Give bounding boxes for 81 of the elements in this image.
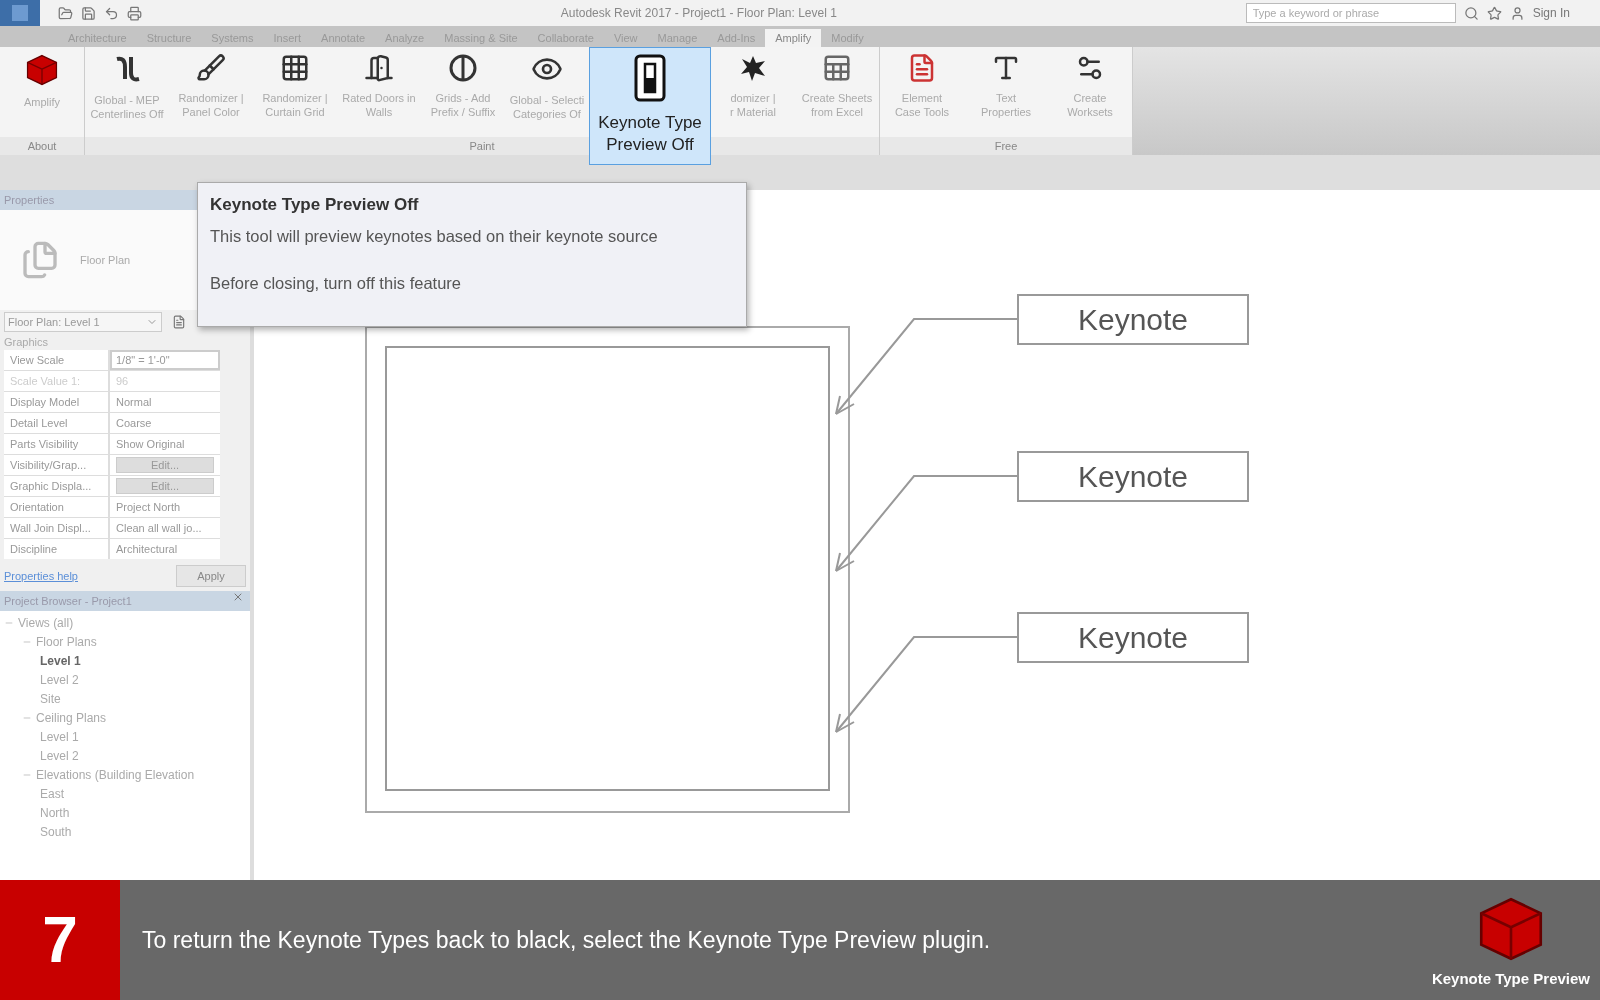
panel-title: Properties — [4, 193, 55, 208]
ribbon-button[interactable]: Global - MEP Centerlines Off — [85, 47, 169, 137]
property-value: Project North — [110, 497, 220, 517]
property-name: Detail Level — [4, 413, 108, 433]
ribbon-button[interactable]: Randomizer | Curtain Grid — [253, 47, 337, 137]
tree-item[interactable]: Site — [40, 691, 61, 706]
tree-item[interactable]: Level 1 — [40, 653, 81, 668]
ribbon-button[interactable]: Element Case Tools — [880, 47, 964, 137]
ribbon-button[interactable]: Keynote Type Preview Off — [589, 47, 711, 165]
tree-item[interactable]: Level 2 — [40, 748, 79, 763]
toggle-switch-icon — [633, 54, 667, 102]
edit-button[interactable]: Edit... — [116, 478, 214, 494]
property-name: View Scale — [4, 350, 108, 370]
sheets-icon — [822, 53, 852, 83]
grid-icon — [280, 53, 310, 83]
ribbon-button[interactable]: Rated Doors in Walls — [337, 47, 421, 137]
door-icon — [364, 53, 394, 83]
edit-type-icon[interactable] — [172, 315, 186, 329]
tooltip-text: This tool will preview keynotes based on their keynote source — [210, 227, 659, 246]
panel-label: About — [0, 137, 84, 155]
ribbon-button[interactable]: Amplify — [0, 47, 84, 137]
view-dropdown[interactable]: Floor Plan: Level 1 — [4, 312, 162, 332]
open-icon[interactable] — [58, 5, 73, 21]
cube-icon — [25, 53, 59, 87]
property-field[interactable]: 1/8" = 1'-0" — [110, 350, 220, 370]
search-box[interactable]: Type a keyword or phrase — [1245, 3, 1456, 23]
type-name: Floor Plan — [80, 254, 131, 266]
property-name: Orientation — [4, 497, 108, 517]
ribbon-button[interactable]: domizer | r Material — [711, 47, 795, 137]
ribbon-button[interactable]: Create Sheets from Excel — [795, 47, 879, 137]
search-icon[interactable] — [1463, 5, 1479, 21]
step-number: 7 — [0, 880, 120, 1000]
edit-button[interactable]: Edit... — [116, 457, 214, 473]
save-icon[interactable] — [81, 5, 96, 21]
ribbon-button[interactable]: Randomizer | Panel Color — [169, 47, 253, 137]
panel-label: Free — [880, 137, 1132, 155]
star-icon[interactable] — [1486, 5, 1502, 21]
tooltip-text: Before closing, turn off this feature — [210, 274, 462, 293]
tree-item[interactable]: East — [40, 786, 64, 801]
print-icon[interactable] — [127, 5, 142, 21]
property-name: Discipline — [4, 539, 108, 559]
keynote-tag: Keynote — [1017, 612, 1249, 663]
floor-plan-icon — [20, 240, 60, 280]
ribbon-tab[interactable]: Amplify — [765, 29, 822, 47]
window-title: Autodesk Revit 2017 - Project1 - Floor Plan: Level 1 — [559, 6, 838, 20]
property-value: Show Original — [110, 434, 220, 454]
help-link[interactable]: Properties help — [4, 570, 78, 582]
grid-bubble-icon — [448, 53, 478, 83]
tree-item[interactable]: Floor Plans — [36, 634, 97, 649]
user-icon[interactable] — [1509, 5, 1525, 21]
keynote-tag: Keynote — [1017, 451, 1249, 502]
instruction-text: To return the Keynote Types back to black, select the Keynote Type Preview plugin. — [141, 926, 992, 954]
sign-in-link[interactable]: Sign In — [1532, 6, 1570, 20]
tree-item[interactable]: North — [40, 805, 70, 820]
ribbon-button[interactable]: Global - Selecti Categories Of — [505, 47, 589, 137]
brush-icon — [196, 53, 226, 83]
section-header: Graphics — [3, 335, 50, 350]
property-value: Coarse — [110, 413, 220, 433]
ribbon-button[interactable]: Grids - Add Prefix / Suffix — [421, 47, 505, 137]
keynote-tag: Keynote — [1017, 294, 1249, 345]
property-value: Normal — [110, 392, 220, 412]
brand-name: Keynote Type Preview — [1431, 969, 1590, 987]
property-value: Architectural — [110, 539, 220, 559]
tree-item[interactable]: Level 2 — [40, 672, 79, 687]
property-name: Graphic Displa... — [4, 476, 108, 496]
ribbon-button[interactable]: Text Properties — [964, 47, 1048, 137]
tooltip-title: Keynote Type Preview Off — [210, 195, 420, 215]
property-name: Parts Visibility — [4, 434, 108, 454]
property-value: Clean all wall jo... — [110, 518, 220, 538]
property-name: Wall Join Displ... — [4, 518, 108, 538]
property-name: Display Model — [4, 392, 108, 412]
ribbon-button[interactable]: Create Worksets — [1048, 47, 1132, 137]
undo-icon[interactable] — [104, 5, 119, 21]
tree-item[interactable]: Ceiling Plans — [36, 710, 107, 725]
property-name: Visibility/Grap... — [4, 455, 108, 475]
panel-title: Project Browser - Project1 — [4, 594, 132, 609]
tree-item[interactable]: Views (all) — [18, 615, 74, 630]
tree-item[interactable]: Level 1 — [40, 729, 79, 744]
tree-item[interactable]: Elevations (Building Elevation — [36, 767, 195, 782]
tree-item[interactable]: South — [40, 824, 72, 839]
search-field[interactable]: Type a keyword or phrase — [1250, 6, 1451, 20]
